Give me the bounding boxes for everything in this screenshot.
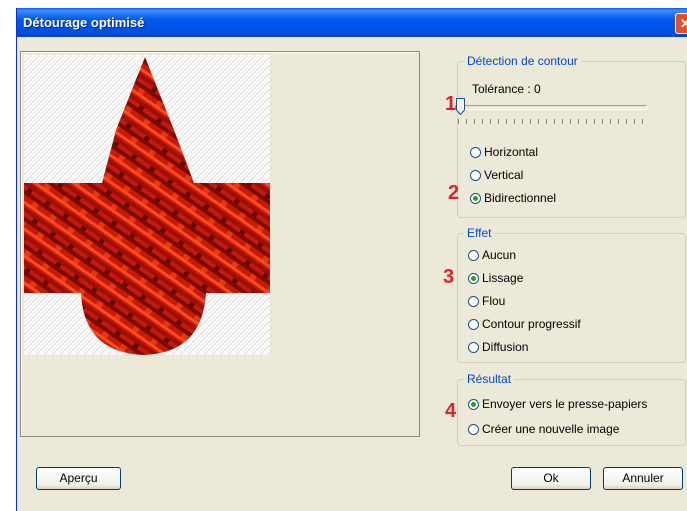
annotation-4: 4 <box>445 400 457 422</box>
annotation-1: 1 <box>445 93 457 115</box>
resultat-legend: Résultat <box>467 372 512 386</box>
close-icon: ✕ <box>680 16 687 31</box>
preview-area <box>20 51 420 437</box>
radio-aucun[interactable]: Aucun <box>468 248 516 262</box>
radio-diffusion[interactable]: Diffusion <box>468 340 528 354</box>
annotation-2: 2 <box>448 182 460 204</box>
radio-diffusion-label: Diffusion <box>482 340 529 354</box>
ok-button[interactable]: Ok <box>511 467 591 490</box>
radio-nouvelle-image[interactable]: Créer une nouvelle image <box>468 422 619 436</box>
radio-selected-icon <box>470 192 481 204</box>
radio-vertical[interactable]: Vertical <box>470 168 523 182</box>
radio-contour-progressif-label: Contour progressif <box>482 317 581 331</box>
radio-aucun-label: Aucun <box>482 248 517 262</box>
radio-nouvelle-image-label: Créer une nouvelle image <box>482 422 620 436</box>
radio-selected-icon <box>468 272 479 284</box>
radio-bidirectionnel-label: Bidirectionnel <box>484 191 557 205</box>
annotation-3: 3 <box>443 266 455 288</box>
annuler-button[interactable]: Annuler <box>603 467 683 490</box>
radio-bidirectionnel[interactable]: Bidirectionnel <box>470 191 556 205</box>
radio-flou[interactable]: Flou <box>468 294 505 308</box>
radio-flou-label: Flou <box>482 294 506 308</box>
radio-icon <box>470 169 481 181</box>
radio-vertical-label: Vertical <box>484 168 524 182</box>
effet-legend: Effet <box>467 226 492 240</box>
tolerance-label: Tolérance : 0 <box>472 82 541 96</box>
radio-lissage[interactable]: Lissage <box>468 271 523 285</box>
radio-presse-papiers-label: Envoyer vers le presse-papiers <box>482 397 648 411</box>
detection-legend: Détection de contour <box>467 54 578 68</box>
radio-icon <box>470 146 481 158</box>
radio-contour-progressif[interactable]: Contour progressif <box>468 317 581 331</box>
radio-presse-papiers[interactable]: Envoyer vers le presse-papiers <box>468 397 647 411</box>
radio-icon <box>468 341 479 353</box>
slider-thumb-icon[interactable] <box>456 98 465 115</box>
cutout-preview-image <box>24 55 270 355</box>
preview-canvas <box>24 55 270 355</box>
window-title: Détourage optimisé <box>23 15 145 30</box>
tolerance-slider[interactable] <box>455 105 647 110</box>
apercu-button[interactable]: Aperçu <box>36 467 121 490</box>
radio-horizontal[interactable]: Horizontal <box>470 145 538 159</box>
radio-icon <box>468 423 479 435</box>
radio-lissage-label: Lissage <box>482 271 524 285</box>
radio-icon <box>468 249 479 261</box>
radio-icon <box>468 318 479 330</box>
close-button[interactable]: ✕ <box>675 13 687 34</box>
radio-icon <box>468 295 479 307</box>
radio-horizontal-label: Horizontal <box>484 145 539 159</box>
title-bar[interactable]: Détourage optimisé ✕ <box>17 8 687 37</box>
radio-selected-icon <box>468 398 479 410</box>
slider-ticks <box>458 119 648 124</box>
